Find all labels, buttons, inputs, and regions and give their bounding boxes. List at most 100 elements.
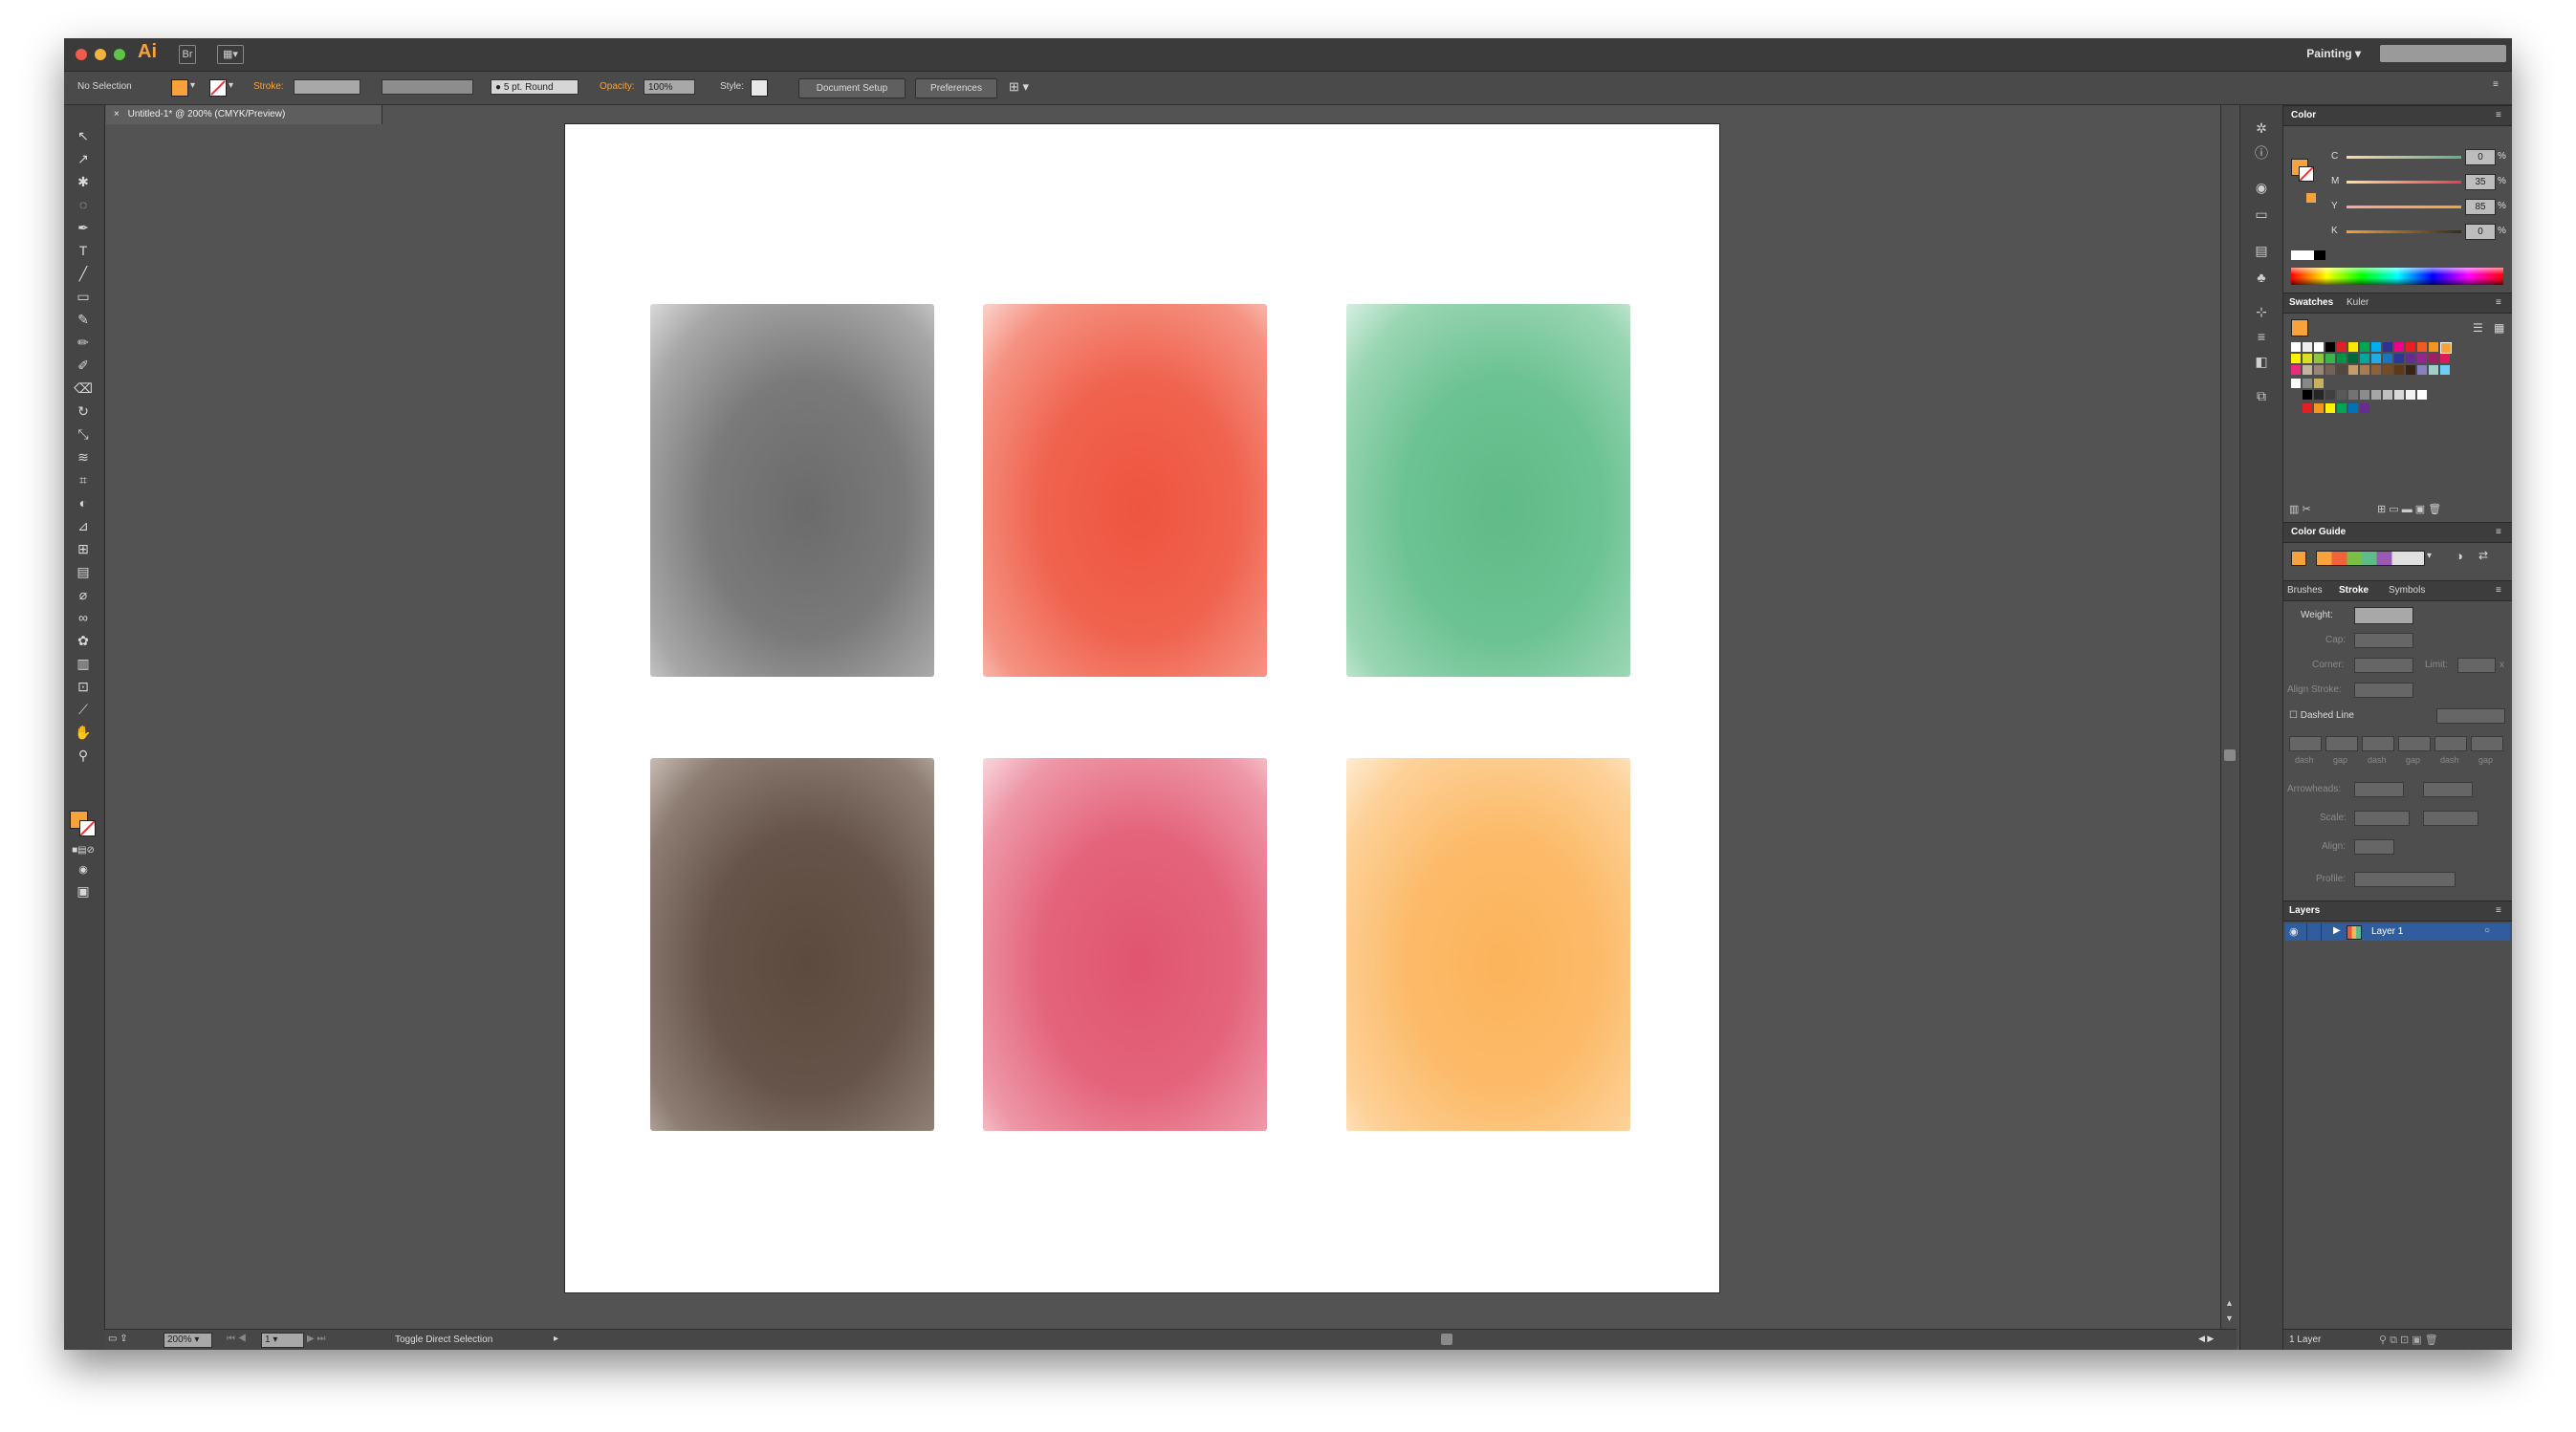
lock-toggle[interactable] [2306,923,2322,941]
panel-menu-icon[interactable]: ≡ [2496,585,2501,596]
gap-1-field[interactable] [2325,736,2358,751]
swatch[interactable] [2314,365,2324,375]
align-stroke-buttons[interactable] [2354,683,2413,698]
opacity-field[interactable]: 100% [644,79,695,95]
watercolor-sample-brown[interactable] [650,758,934,1131]
stroke-none-swatch[interactable] [209,79,227,97]
brushes-tab[interactable]: Brushes [2287,585,2323,596]
swatch[interactable] [2303,365,2312,375]
swatch-grey-10[interactable] [2406,390,2415,400]
dash-preset-buttons[interactable] [2436,708,2505,724]
cyan-slider[interactable] [2347,156,2461,159]
base-color-swatch[interactable] [2291,551,2306,566]
swatch-green[interactable] [2360,342,2369,352]
out-of-gamut-icon[interactable] [2306,193,2316,203]
swatch[interactable] [2348,365,2358,375]
swatch[interactable] [2429,354,2438,363]
swatch-cyan[interactable] [2371,342,2381,352]
slice-tool-icon[interactable]: ⟋ [72,700,95,719]
none-white-black-swatches[interactable] [2291,250,2325,260]
target-icon[interactable]: ○ [2484,925,2490,936]
chevron-right-icon[interactable]: ▸ [554,1334,558,1344]
arrange-icon[interactable]: ⊞ ▾ [1009,79,1029,95]
watercolor-sample-grey[interactable] [650,304,934,677]
rectangle-tool-icon[interactable]: ▭ [72,287,95,306]
swatch[interactable] [2417,354,2427,363]
swatch-none[interactable] [2291,342,2301,352]
help-search-input[interactable] [2380,45,2506,62]
end-arrowhead-select[interactable] [2423,782,2473,797]
swatch-red[interactable] [2337,342,2347,352]
layers-tab[interactable]: Layers [2289,905,2320,916]
dash-1-field[interactable] [2289,736,2322,751]
transform-icon[interactable]: ⊹ [2252,302,2271,321]
start-arrowhead-select[interactable] [2354,782,2404,797]
chevron-down-icon[interactable]: ▾ [229,80,233,91]
layer-row[interactable]: ◉ ▶ Layer 1 ○ [2285,923,2510,941]
swatch[interactable] [2440,365,2450,375]
graphic-style-swatch[interactable] [751,79,768,97]
swatch[interactable] [2440,354,2450,363]
swatch[interactable] [2360,354,2369,363]
bridge-icon[interactable]: Br [179,45,196,64]
color-stroke-swatch[interactable] [2299,166,2314,182]
horizontal-scroll-thumb[interactable] [1441,1334,1452,1345]
pathfinder-icon[interactable]: ◧ [2252,352,2271,371]
swatch-grey-80[interactable] [2325,390,2335,400]
hand-tool-icon[interactable]: ✋ [72,723,95,742]
fill-color-swatch[interactable] [171,79,188,97]
close-icon[interactable]: × [114,109,120,119]
color-mode-icon[interactable]: ■▤⊘ [72,841,95,860]
expand-arrow-icon[interactable]: ▶ [2333,925,2341,936]
align-icon[interactable]: ≡ [2252,327,2271,346]
artboards-icon[interactable]: ⧉ [2252,386,2271,405]
magenta-value[interactable]: 35 [2465,174,2496,190]
opacity-label[interactable]: Opacity: [600,81,635,92]
swatch[interactable] [2383,354,2392,363]
document-setup-button[interactable]: Document Setup [798,78,906,98]
screen-mode-icon[interactable]: ▣ [72,881,95,900]
color-guide-tab[interactable]: Color Guide [2291,527,2346,537]
scroll-thumb[interactable] [2224,749,2236,761]
swatch[interactable] [2406,354,2415,363]
stroke-label[interactable]: Stroke: [253,81,284,92]
list-view-icon[interactable]: ☰ [2473,321,2483,335]
minimize-window-button[interactable] [95,49,106,60]
scroll-up-icon[interactable]: ▲ [2225,1298,2234,1308]
swatch[interactable] [2383,365,2392,375]
yellow-value[interactable]: 85 [2465,199,2496,215]
color-guide-panel-header[interactable]: Color Guide ≡ [2283,522,2512,543]
artboard-nav-back-icon[interactable]: ⏮ ◀ [227,1334,247,1344]
lasso-tool-icon[interactable]: ◌ [72,195,95,214]
info-icon[interactable]: ⓘ [2252,143,2271,163]
preferences-button[interactable]: Preferences [915,78,997,98]
artboard[interactable] [565,124,1719,1292]
scale-tool-icon[interactable]: ⤡ [72,424,95,444]
type-tool-icon[interactable]: T [72,241,95,260]
layers-panel-header[interactable]: Layers ≡ [2283,900,2512,922]
profile-select[interactable] [2354,872,2456,887]
swatch[interactable] [2314,354,2324,363]
appearance-icon[interactable]: ✲ [2252,119,2271,138]
artboard-tool-icon[interactable]: ⊡ [72,677,95,696]
watercolor-sample-orange[interactable] [1346,758,1630,1131]
symbols-icon[interactable]: ♣ [2252,268,2271,287]
swatch[interactable] [2303,354,2312,363]
swatch[interactable] [2325,365,2335,375]
line-tool-icon[interactable]: ╱ [72,264,95,283]
rotate-tool-icon[interactable]: ↻ [72,401,95,421]
stroke-weight-field[interactable] [294,79,360,95]
swatches-action-icons[interactable]: ⊞ ▭ ▬ ▣ 🗑 [2377,503,2441,515]
limit-field[interactable] [2457,658,2496,673]
variable-width-profile[interactable] [382,79,473,95]
swatch-grey-70[interactable] [2337,390,2347,400]
color-panel-header[interactable]: Color ≡ [2283,105,2512,126]
eyedropper-tool-icon[interactable]: ⌀ [72,585,95,604]
stroke-tab[interactable]: Stroke [2339,585,2369,596]
swatch-bright-purple[interactable] [2360,403,2369,413]
scroll-left-right-icon[interactable]: ◀ ▶ [2198,1334,2214,1344]
panel-menu-icon[interactable]: ≡ [2496,297,2501,308]
perspective-grid-tool-icon[interactable]: ⊿ [72,516,95,535]
dashed-line-toggle[interactable]: ☐ Dashed Line [2289,710,2354,721]
zoom-window-button[interactable] [114,49,125,60]
